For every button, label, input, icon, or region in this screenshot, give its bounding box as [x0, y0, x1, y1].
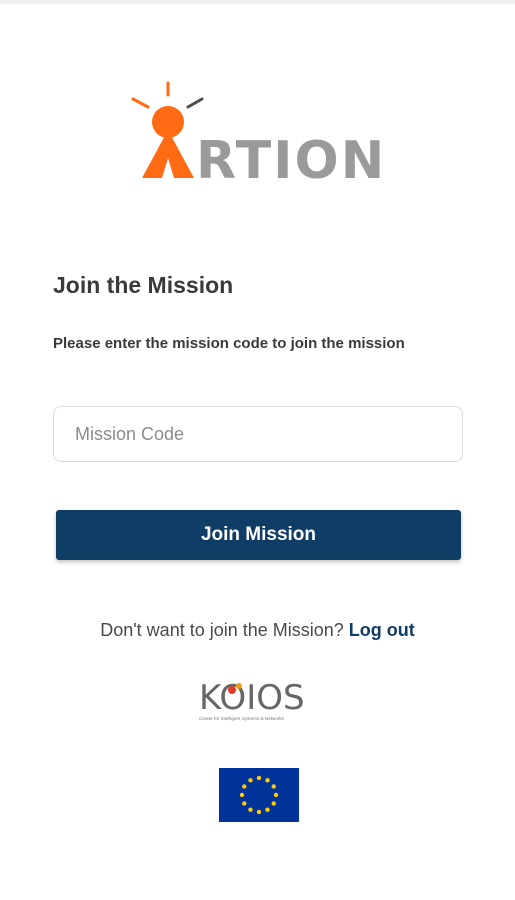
eu-stars — [239, 775, 279, 815]
koios-tagline: Center for Intelligent Systems & Network… — [199, 716, 285, 721]
koios-dot-red — [228, 686, 236, 694]
logo-wordmark: RTION — [196, 131, 386, 184]
eu-star-icon — [265, 778, 270, 783]
top-strip — [0, 0, 515, 4]
logout-prompt: Don't want to join the Mission? Log out — [0, 620, 515, 641]
eu-star-icon — [271, 801, 276, 806]
koios-logo: KOIOS Center for Intelligent Systems & N… — [195, 676, 320, 726]
logo-ray-left — [131, 97, 150, 109]
eu-star-icon — [248, 778, 253, 783]
mission-code-input[interactable] — [53, 406, 463, 462]
eu-star-icon — [248, 807, 253, 812]
page-title: Join the Mission — [53, 272, 234, 298]
eu-star-icon — [242, 784, 247, 789]
eu-star-icon — [273, 792, 279, 798]
koios-wordmark: KOIOS — [199, 678, 305, 718]
join-mission-button[interactable]: Join Mission — [56, 510, 461, 560]
eu-star-icon — [256, 809, 262, 815]
eu-star-icon — [239, 792, 245, 798]
artion-logo: RTION — [128, 80, 393, 184]
koios-dot-orange — [236, 683, 242, 689]
eu-star-icon — [265, 807, 270, 812]
page-subtitle: Please enter the mission code to join th… — [53, 335, 405, 352]
eu-flag — [219, 768, 299, 822]
logo-ray-right — [186, 97, 204, 109]
logout-link[interactable]: Log out — [349, 620, 415, 640]
eu-star-icon — [256, 775, 262, 781]
logout-prompt-text: Don't want to join the Mission? — [100, 620, 344, 640]
eu-star-icon — [271, 784, 276, 789]
eu-star-icon — [242, 801, 247, 806]
